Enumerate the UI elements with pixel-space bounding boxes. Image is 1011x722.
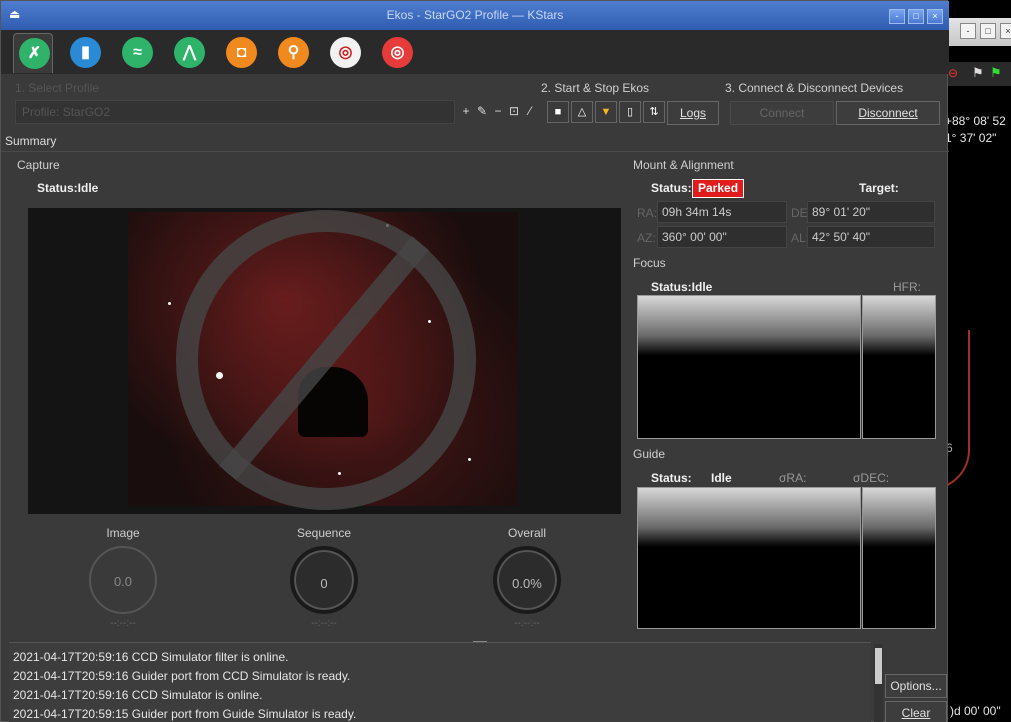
maximize-button[interactable]: □ — [908, 9, 924, 24]
minimize-button[interactable]: - — [960, 23, 976, 39]
focus-star-profile — [637, 295, 861, 439]
divider — [1, 151, 949, 152]
status-badge: Parked — [692, 179, 745, 198]
ra-label: RA: — [637, 206, 658, 220]
tab-setup[interactable]: ✗ — [13, 33, 53, 73]
profile-value: StarGO2 — [62, 105, 111, 119]
log-scrollbar[interactable] — [874, 644, 883, 722]
flag-icon[interactable]: ⚑ — [972, 65, 984, 81]
guide-status-label: Status: — [651, 471, 692, 485]
hfr-label: HFR: — [893, 280, 921, 294]
kstars-titlebar: - □ × — [944, 18, 1011, 46]
star — [168, 302, 171, 305]
stop-ekos-button[interactable]: ■ — [547, 101, 569, 123]
log-line: 2021-04-17T20:59:16 Guider port from CCD… — [13, 669, 351, 683]
focus-hfr-graph — [862, 295, 936, 439]
guide-drift-graph — [862, 487, 936, 629]
ekos-window: ⏏ Ekos - StarGO2 Profile — KStars - □ × … — [0, 0, 949, 722]
clear-button[interactable]: Clear — [885, 701, 947, 722]
analyze-icon: ≈ — [122, 37, 153, 68]
target-label: Target: — [859, 181, 899, 195]
screen: - □ × ⊖ ⚑ ⚑ +88° 08' 52 1° 37' 02" 6 )d … — [0, 0, 1011, 722]
guide-status-value: Idle — [711, 471, 732, 485]
image-label: Image — [106, 526, 140, 540]
profile-select[interactable]: Profile: StarGO2 — [15, 100, 455, 124]
titlebar: ⏏ Ekos - StarGO2 Profile — KStars - □ × — [1, 1, 949, 30]
window-title: Ekos - StarGO2 Profile — KStars — [386, 8, 564, 22]
settings-button[interactable]: ⇅ — [643, 101, 665, 123]
align-icon: ◎ — [330, 37, 361, 68]
custom-drivers-button[interactable]: △ — [571, 101, 593, 123]
de-field: 89° 01' 20" — [807, 201, 935, 223]
coordinate-readout: +88° 08' 52 — [945, 114, 1006, 128]
tab-mount[interactable]: ▮ — [65, 33, 105, 73]
log-line: 2021-04-17T20:59:16 CCD Simulator is onl… — [13, 688, 263, 702]
record-icon[interactable]: ⊖ — [948, 66, 958, 80]
connect-button[interactable]: Connect — [730, 101, 834, 125]
al-field: 42° 50' 40" — [807, 226, 935, 248]
profile-wizard-icon[interactable]: ⁄ — [521, 102, 539, 120]
minimize-button[interactable]: - — [889, 9, 905, 24]
overall-eta: --:--:-- — [514, 618, 540, 629]
tab-capture[interactable]: ◘ — [221, 33, 261, 73]
mount-group-label: Mount & Alignment — [633, 158, 734, 172]
focus-icon: ⚲ — [278, 37, 309, 68]
guide-dec-rms-label: σDEC: — [853, 471, 890, 485]
az-field: 360° 00' 00" — [657, 226, 787, 248]
image-eta: --:--:-- — [110, 618, 136, 629]
device-manager-button[interactable]: ▯ — [619, 101, 641, 123]
capture-group-label: Capture — [17, 158, 60, 172]
close-button[interactable]: × — [1000, 23, 1011, 39]
mount-status-label: Status: — [651, 181, 692, 195]
log-line: 2021-04-17T20:59:15 Guider port from Gui… — [13, 707, 357, 721]
summary-label: Summary — [5, 134, 57, 148]
guide-group-label: Guide — [633, 447, 666, 461]
log-line: 2021-04-17T20:59:16 CCD Simulator filter… — [13, 650, 289, 664]
star — [468, 458, 471, 461]
disconnect-button[interactable]: Disconnect — [836, 101, 940, 125]
step1-label: 1. Select Profile — [15, 81, 100, 95]
maximize-button[interactable]: □ — [980, 23, 996, 39]
focus-group-label: Focus — [633, 256, 666, 270]
close-button[interactable]: × — [927, 9, 943, 24]
logs-button[interactable]: Logs — [667, 101, 719, 125]
indi-control-button[interactable]: ▼ — [595, 101, 617, 123]
capture-status: Status:Idle — [37, 181, 99, 195]
tab-guide[interactable]: ◎ — [377, 33, 417, 73]
green-flag-icon[interactable]: ⚑ — [990, 65, 1002, 81]
module-tabbar: ✗ ▮ ≈ ⋀ ◘ ⚲ ◎ ◎ — [1, 30, 949, 74]
tab-analyze[interactable]: ≈ — [117, 33, 157, 73]
sequence-eta: --:--:-- — [311, 618, 337, 629]
az-label: AZ: — [637, 231, 656, 245]
mount-icon: ▮ — [70, 37, 101, 68]
capture-preview[interactable] — [28, 208, 621, 514]
guide-ra-rms-label: σRA: — [779, 471, 807, 485]
camera-icon: ◘ — [226, 37, 257, 68]
coordinate-readout: 1° 37' 02" — [945, 131, 997, 145]
guide-icon: ◎ — [382, 37, 413, 68]
kstars-toolbar: ⊖ ⚑ ⚑ — [944, 62, 1011, 86]
sequence-progress-dial: 0 — [290, 546, 358, 614]
tripod-icon: ⋀ — [174, 37, 205, 68]
step3-label: 3. Connect & Disconnect Devices — [725, 81, 904, 95]
image-progress-dial: 0.0 — [89, 546, 157, 614]
scrollbar-thumb[interactable] — [875, 648, 882, 684]
log-panel[interactable]: 2021-04-17T20:59:16 CCD Simulator filter… — [9, 642, 871, 722]
bottom-coordinate: )d 00' 00" — [950, 704, 1001, 718]
profile-label: Profile: — [22, 105, 60, 119]
sequence-label: Sequence — [296, 526, 352, 540]
tab-align[interactable]: ◎ — [325, 33, 365, 73]
guide-star-image — [637, 487, 861, 629]
tab-observatory[interactable]: ⋀ — [169, 33, 209, 73]
overall-progress-dial: 0.0% — [493, 546, 561, 614]
focus-status: Status:Idle — [651, 280, 713, 294]
overall-label: Overall — [507, 526, 546, 540]
tab-focus[interactable]: ⚲ — [273, 33, 313, 73]
step2-label: 2. Start & Stop Ekos — [541, 81, 650, 95]
wrench-icon: ✗ — [19, 38, 50, 69]
ra-field: 09h 34m 14s — [657, 201, 787, 223]
options-button[interactable]: Options... — [885, 674, 947, 698]
